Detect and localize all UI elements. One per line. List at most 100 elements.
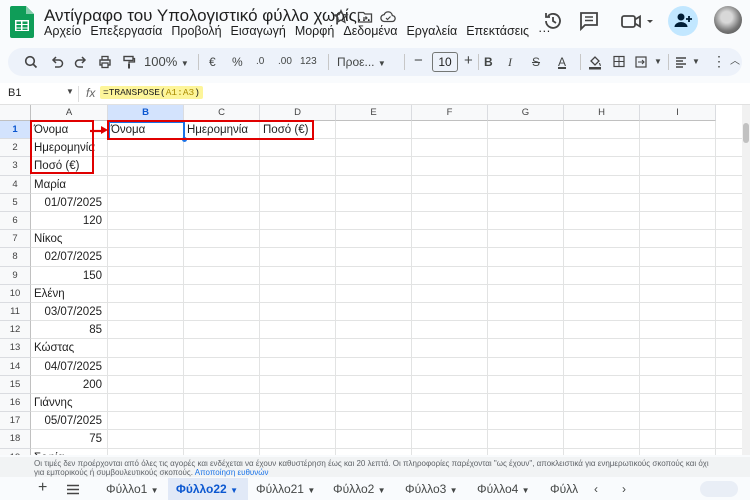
bold-button[interactable]: B	[484, 54, 493, 70]
row-header-18[interactable]: 18	[0, 430, 31, 449]
column-header-b[interactable]: B	[108, 105, 184, 121]
redo-icon[interactable]	[74, 54, 88, 70]
cell-a8[interactable]: 02/07/2025	[34, 248, 102, 266]
cell-a9[interactable]: 150	[34, 267, 102, 285]
search-icon[interactable]	[24, 54, 38, 70]
row-header-6[interactable]: 6	[0, 212, 31, 231]
cell-a12[interactable]: 85	[34, 321, 102, 339]
column-header-d[interactable]: D	[260, 105, 336, 121]
disclaimer-link[interactable]: Αποποίηση ευθυνών	[195, 468, 269, 477]
scroll-tabs-left-icon[interactable]: ‹	[594, 482, 598, 496]
percent-button[interactable]: %	[232, 54, 243, 70]
vertical-scrollbar[interactable]	[742, 105, 750, 455]
zoom-select[interactable]: 100% ▼	[144, 54, 189, 70]
more-toolbar-icon[interactable]: ⋮	[712, 54, 726, 70]
sheet-tab[interactable]: Φύλλο1 ▼	[106, 482, 159, 496]
menu-tools[interactable]: Εργαλεία	[406, 24, 457, 38]
cell-a11[interactable]: 03/07/2025	[34, 303, 102, 321]
column-header-a[interactable]: A	[31, 105, 108, 121]
row-header-3[interactable]: 3	[0, 157, 31, 176]
all-sheets-icon[interactable]	[66, 484, 80, 495]
font-select[interactable]: Προε... ▼	[337, 54, 386, 70]
sheet-tab[interactable]: Φύλλο2 ▼	[333, 482, 386, 496]
name-box-dropdown-icon[interactable]: ▼	[66, 87, 74, 96]
scrollbar-thumb[interactable]	[743, 123, 749, 143]
sheet-tab[interactable]: Φύλλο3 ▼	[405, 482, 458, 496]
collapse-toolbar-icon[interactable]: ︿	[730, 54, 740, 70]
meet-icon[interactable]	[618, 8, 658, 34]
cell-a7[interactable]: Νίκος	[34, 230, 102, 248]
row-header-19[interactable]: 19	[0, 448, 31, 455]
currency-button[interactable]: €	[209, 54, 216, 70]
row-header-1[interactable]: 1	[0, 121, 31, 140]
comments-icon[interactable]	[576, 8, 602, 34]
column-header-c[interactable]: C	[184, 105, 260, 121]
sheet-tab-active[interactable]: Φύλλο22 ▼	[176, 482, 238, 496]
cell-a6[interactable]: 120	[34, 212, 102, 230]
font-size-increase-button[interactable]: +	[464, 53, 473, 70]
row-header-2[interactable]: 2	[0, 139, 31, 158]
row-header-8[interactable]: 8	[0, 248, 31, 267]
explore-button[interactable]	[700, 481, 738, 497]
column-header-e[interactable]: E	[336, 105, 412, 121]
document-title[interactable]: Αντίγραφο του Υπολογιστικό φύλλο χωρίς..…	[44, 6, 371, 26]
column-header-g[interactable]: G	[488, 105, 564, 121]
cell-a13[interactable]: Κώστας	[34, 339, 102, 357]
menu-data[interactable]: Δεδομένα	[343, 24, 397, 38]
formula-input[interactable]: =TRANSPOSE(A1:A3)	[100, 86, 203, 99]
cell-a4[interactable]: Μαρία	[34, 176, 102, 194]
row-header-11[interactable]: 11	[0, 303, 31, 322]
sheet-tab[interactable]: Φύλλο21 ▼	[256, 482, 315, 496]
cell-a16[interactable]: Γιάννης	[34, 394, 102, 412]
sheet-tab[interactable]: Φύλλ	[550, 482, 578, 496]
select-all-corner[interactable]	[0, 105, 31, 121]
menu-format[interactable]: Μορφή	[295, 24, 335, 38]
font-size-input[interactable]: 10	[432, 52, 458, 72]
scroll-tabs-right-icon[interactable]: ›	[622, 482, 626, 496]
row-header-12[interactable]: 12	[0, 321, 31, 340]
menu-file[interactable]: Αρχείο	[44, 24, 81, 38]
cell-a14[interactable]: 04/07/2025	[34, 358, 102, 376]
cell-a17[interactable]: 05/07/2025	[34, 412, 102, 430]
undo-icon[interactable]	[50, 54, 64, 70]
column-header-h[interactable]: H	[564, 105, 640, 121]
menu-view[interactable]: Προβολή	[171, 24, 221, 38]
spreadsheet-grid[interactable]: ABCDEFGHI 123456789101112131415161718192…	[0, 105, 742, 455]
merge-dropdown-icon[interactable]: ▼	[654, 54, 662, 70]
cell-a18[interactable]: 75	[34, 430, 102, 448]
column-header-f[interactable]: F	[412, 105, 488, 121]
menu-insert[interactable]: Εισαγωγή	[231, 24, 286, 38]
sheets-logo-icon[interactable]	[10, 6, 34, 38]
borders-icon[interactable]	[612, 54, 626, 70]
row-header-14[interactable]: 14	[0, 357, 31, 376]
move-folder-icon[interactable]	[357, 9, 373, 25]
row-header-7[interactable]: 7	[0, 230, 31, 249]
more-formats-button[interactable]: 123	[300, 54, 317, 70]
decrease-decimals-button[interactable]: .0	[256, 54, 264, 70]
menu-extensions[interactable]: Επεκτάσεις	[466, 24, 529, 38]
row-header-13[interactable]: 13	[0, 339, 31, 358]
name-box[interactable]: B1	[8, 87, 21, 99]
row-header-15[interactable]: 15	[0, 375, 31, 394]
row-header-9[interactable]: 9	[0, 266, 31, 285]
cell-a15[interactable]: 200	[34, 376, 102, 394]
print-icon[interactable]	[98, 54, 112, 70]
font-size-decrease-button[interactable]: −	[414, 53, 423, 70]
column-header-i[interactable]: I	[640, 105, 716, 121]
merge-cells-icon[interactable]	[634, 54, 648, 70]
row-header-16[interactable]: 16	[0, 394, 31, 413]
sheet-tab[interactable]: Φύλλο4 ▼	[477, 482, 530, 496]
row-header-17[interactable]: 17	[0, 412, 31, 431]
horizontal-align-icon[interactable]	[674, 54, 688, 70]
version-history-icon[interactable]	[540, 8, 566, 34]
text-color-button[interactable]: A	[558, 54, 566, 70]
row-header-4[interactable]: 4	[0, 175, 31, 194]
align-dropdown-icon[interactable]: ▼	[692, 54, 700, 70]
cloud-saved-icon[interactable]	[380, 9, 396, 25]
avatar[interactable]	[714, 6, 742, 34]
menu-edit[interactable]: Επεξεργασία	[90, 24, 162, 38]
paint-format-icon[interactable]	[122, 54, 136, 70]
cell-a10[interactable]: Ελένη	[34, 285, 102, 303]
cell-a5[interactable]: 01/07/2025	[34, 194, 102, 212]
strikethrough-button[interactable]: S	[532, 54, 540, 70]
